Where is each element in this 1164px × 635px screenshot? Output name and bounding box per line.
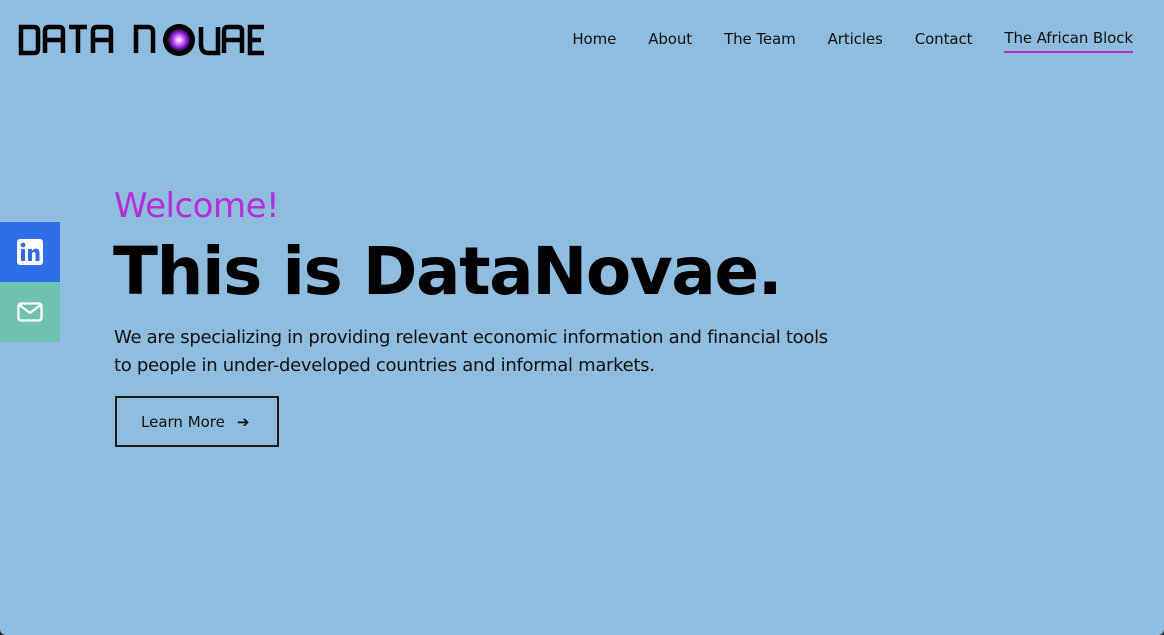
page: Home About The Team Articles Contact The… bbox=[0, 0, 1164, 635]
linkedin-button[interactable] bbox=[0, 222, 60, 282]
mail-icon bbox=[17, 302, 43, 322]
main-nav: Home About The Team Articles Contact The… bbox=[540, 28, 1133, 53]
nav-item-about[interactable]: About bbox=[648, 29, 692, 52]
nav-item-the-team[interactable]: The Team bbox=[724, 29, 796, 52]
nav-item-contact[interactable]: Contact bbox=[915, 29, 973, 52]
hero-headline: This is DataNovae. bbox=[113, 233, 783, 310]
arrow-right-icon: ➔ bbox=[236, 412, 250, 431]
nav-item-the-african-block[interactable]: The African Block bbox=[1004, 28, 1133, 53]
learn-more-button[interactable]: Learn More ➔ bbox=[115, 396, 279, 447]
datanovae-logo[interactable] bbox=[18, 22, 266, 58]
linkedin-icon bbox=[17, 239, 43, 265]
nav-item-articles[interactable]: Articles bbox=[828, 29, 883, 52]
email-button[interactable] bbox=[0, 282, 60, 342]
nav-item-home[interactable]: Home bbox=[572, 29, 616, 52]
hero-description: We are specializing in providing relevan… bbox=[114, 327, 828, 376]
learn-more-label: Learn More bbox=[141, 412, 225, 431]
welcome-text: Welcome! bbox=[114, 186, 280, 226]
